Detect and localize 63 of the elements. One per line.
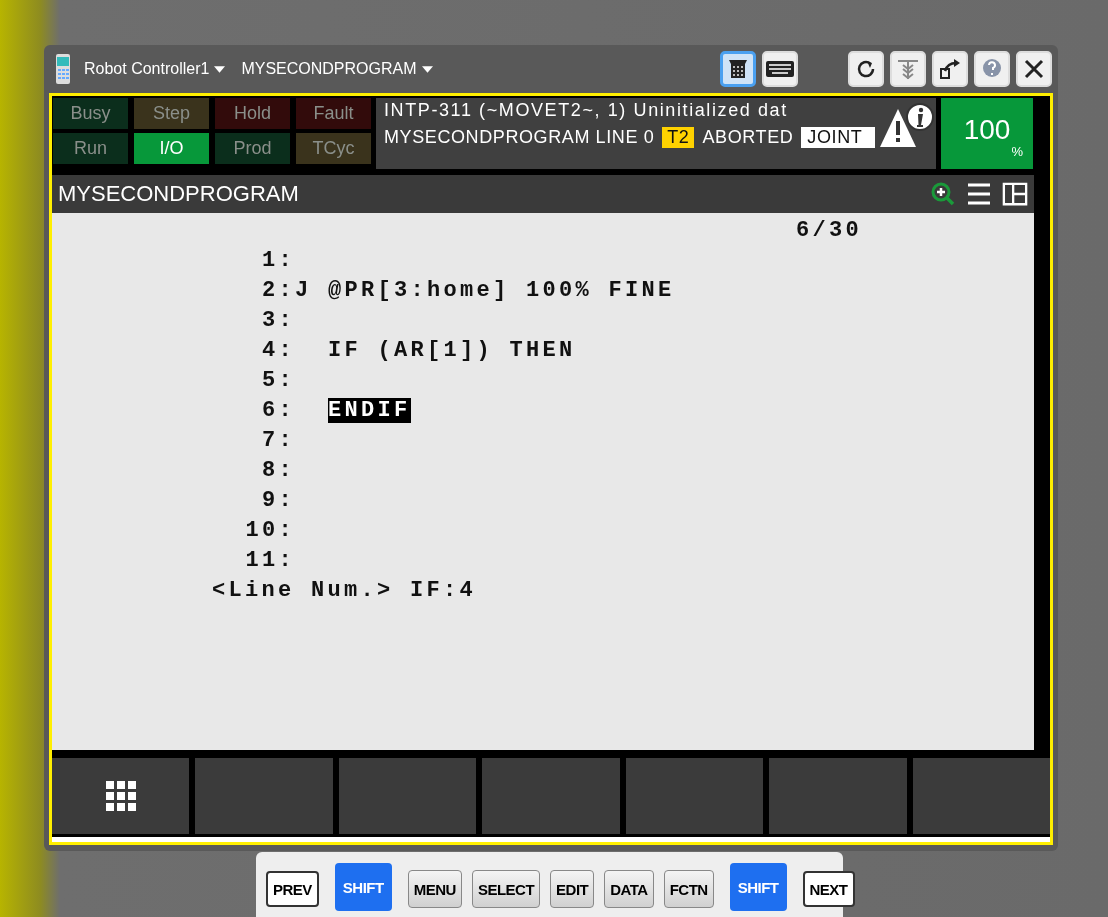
status-indicator: Prod xyxy=(215,133,290,164)
line-number: 9: xyxy=(261,488,295,514)
split-view-icon[interactable] xyxy=(1002,180,1028,207)
key-button[interactable]: SHIFT xyxy=(334,863,392,911)
line-number: 3: xyxy=(261,308,295,334)
program-instruction[interactable]: ENDIF xyxy=(328,398,411,424)
line-number: 11: xyxy=(244,548,295,574)
status-indicator: TCyc xyxy=(296,133,371,164)
program-dropdown[interactable]: MYSECONDPROGRAM xyxy=(237,60,437,78)
status-indicator: Step xyxy=(134,98,209,129)
warning-info-icon xyxy=(878,103,934,149)
caret-icon xyxy=(421,65,433,73)
pendant-button[interactable] xyxy=(720,51,756,87)
line-number: 2: xyxy=(261,278,295,304)
line-number: 5: xyxy=(261,368,295,394)
key-button[interactable]: EDIT xyxy=(550,870,595,908)
help-button[interactable] xyxy=(974,51,1010,87)
chevrons-down-icon xyxy=(896,57,920,81)
keyboard-button[interactable] xyxy=(762,51,798,87)
program-instruction[interactable]: IF (AR[1]) THEN xyxy=(328,338,576,364)
override-unit: % xyxy=(1011,144,1023,159)
key-button[interactable]: PREV xyxy=(266,871,319,907)
line-number: 4: xyxy=(261,338,295,364)
status-indicator: Hold xyxy=(215,98,290,129)
key-button[interactable]: DATA xyxy=(604,870,654,908)
status-indicator: Busy xyxy=(53,98,128,129)
apps-button[interactable] xyxy=(52,758,190,834)
program-instruction[interactable]: J @PR[3:home] 100% FINE xyxy=(295,278,675,304)
key-button[interactable]: SELECT xyxy=(471,870,541,908)
status-indicator: Run xyxy=(53,133,128,164)
line-number: 10: xyxy=(244,518,295,544)
refresh-button[interactable] xyxy=(848,51,884,87)
key-button[interactable]: FCTN xyxy=(663,870,714,908)
alarm-message: INTP-311 (~MOVET2~, 1) Uninitialized dat xyxy=(384,100,788,121)
program-line: MYSECONDPROGRAM LINE 0 xyxy=(384,127,655,148)
key-button[interactable]: NEXT xyxy=(802,871,855,907)
export-button[interactable] xyxy=(932,51,968,87)
input-prompt: <Line Num.> IF:4 xyxy=(212,578,477,604)
caret-icon xyxy=(214,65,226,73)
keyboard-icon xyxy=(766,61,794,77)
screen-title: MYSECONDPROGRAM xyxy=(58,180,300,207)
mode-badge: T2 xyxy=(662,127,695,148)
line-number: 1: xyxy=(261,248,295,274)
grid-icon xyxy=(105,781,136,812)
close-icon xyxy=(1022,57,1046,81)
coordinate-frame: JOINT xyxy=(801,127,876,148)
override-value: 100 xyxy=(963,116,1011,144)
close-button[interactable] xyxy=(1016,51,1052,87)
key-button[interactable]: MENU xyxy=(407,870,462,908)
line-number: 6: xyxy=(261,398,295,424)
status-indicator: Fault xyxy=(296,98,371,129)
pendant-icon xyxy=(54,54,72,84)
line-number: 7: xyxy=(261,428,295,454)
line-number: 8: xyxy=(261,458,295,484)
pendant-icon xyxy=(726,57,750,81)
controller-dropdown[interactable]: Robot Controller1 xyxy=(80,60,230,78)
export-icon xyxy=(938,57,962,81)
key-button[interactable]: SHIFT xyxy=(729,863,787,911)
jog-button[interactable] xyxy=(890,51,926,87)
program-state: ABORTED xyxy=(702,127,794,148)
zoom-in-icon[interactable] xyxy=(930,180,956,207)
line-position: 6/30 xyxy=(796,218,862,244)
status-indicator: I/O xyxy=(134,133,209,164)
